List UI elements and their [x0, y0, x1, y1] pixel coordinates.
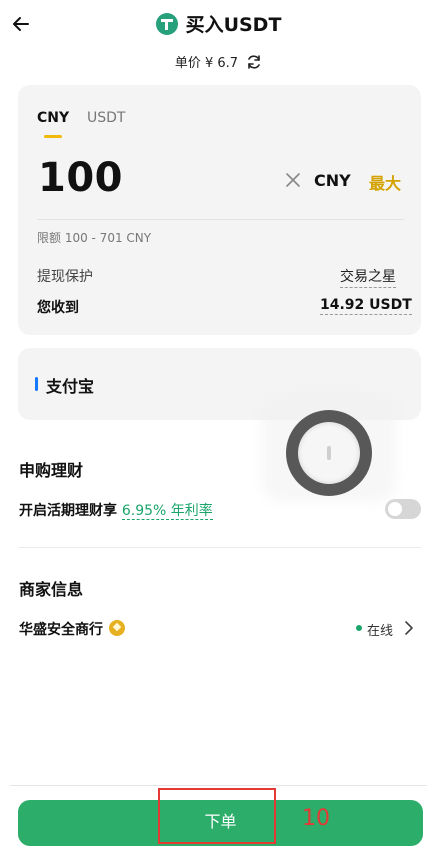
unit-price-value: ¥ 6.7: [204, 56, 239, 71]
limit-text: 限额 100 - 701 CNY: [37, 231, 152, 245]
refresh-icon[interactable]: [246, 54, 262, 70]
unit-price-label: 单价: [174, 56, 201, 71]
unit-price: 单价 ¥ 6.7: [0, 52, 437, 71]
earn-text: 开启活期理财享: [19, 503, 117, 519]
chevron-right-icon[interactable]: [404, 621, 414, 635]
tab-usdt[interactable]: USDT: [87, 110, 125, 126]
loading-spinner-icon: [286, 410, 372, 496]
amount-input[interactable]: 100: [38, 155, 123, 201]
payment-method-label: 支付宝: [46, 377, 95, 396]
earn-rate[interactable]: 6.95% 年利率: [121, 503, 213, 520]
merchant-name[interactable]: 华盛安全商行: [19, 619, 125, 639]
earn-toggle[interactable]: [385, 499, 421, 519]
online-status: 在线: [367, 624, 394, 639]
merchant-name-text: 华盛安全商行: [19, 622, 103, 638]
verified-badge-icon: [109, 620, 125, 636]
protection-label: 提现保护: [37, 269, 93, 285]
toggle-knob: [388, 502, 402, 516]
merchant-section-title: 商家信息: [19, 580, 84, 599]
annotation-highlight-box: [158, 788, 276, 844]
protection-value[interactable]: 交易之星: [340, 266, 396, 288]
earn-section-title: 申购理财: [19, 461, 84, 480]
online-status-dot: [356, 625, 362, 631]
spinner-inner: [298, 422, 360, 484]
clear-icon[interactable]: [285, 172, 301, 188]
divider: [18, 547, 421, 548]
earn-description: 开启活期理财享 6.95% 年利率: [19, 500, 213, 520]
currency-label: CNY: [314, 171, 351, 190]
tether-icon: [155, 13, 178, 35]
alipay-icon: [35, 377, 38, 391]
divider: [10, 785, 427, 786]
divider: [37, 219, 404, 220]
annotation-number: 10: [302, 806, 330, 831]
receive-value: 14.92 USDT: [320, 297, 412, 315]
receive-label: 您收到: [37, 300, 79, 316]
active-tab-indicator: [44, 135, 62, 138]
max-button[interactable]: 最大: [369, 170, 401, 194]
tab-cny[interactable]: CNY: [37, 110, 69, 126]
spinner-mark: [327, 446, 331, 460]
page-title: 买入USDT: [0, 12, 437, 38]
